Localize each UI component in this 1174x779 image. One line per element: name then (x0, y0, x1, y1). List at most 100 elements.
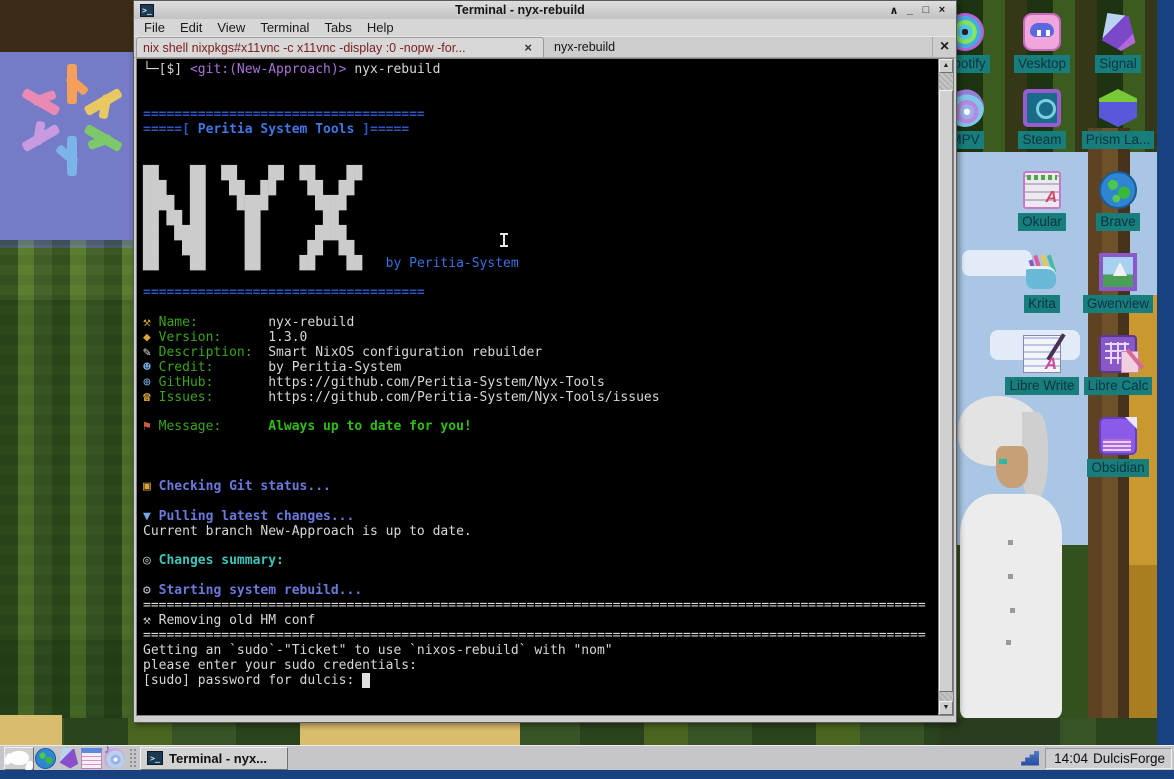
launcher-notes[interactable] (80, 748, 103, 769)
menu-file[interactable]: File (144, 20, 165, 35)
terminal-content[interactable]: └─[$] <git:(New-Approach)> nyx-rebuild ==… (136, 58, 954, 716)
terminal-line (143, 405, 938, 420)
maximize-button[interactable]: □ (918, 4, 934, 16)
window-title: Terminal - nyx-rebuild (154, 3, 886, 17)
desktop-icon-label: Libre Calc (1084, 377, 1153, 395)
terminal-line: ☻ Credit: by Peritia-System (143, 361, 938, 376)
terminal-icon: >_ (147, 751, 163, 765)
terminal-line (143, 540, 938, 555)
terminal-line: Current branch New-Approach is up to dat… (143, 525, 938, 540)
okular-icon (1023, 171, 1061, 209)
terminal-window-icon: >_ (140, 4, 154, 17)
terminal-line (143, 271, 938, 286)
taskbar-window-button[interactable]: >_ Terminal - nyx... (140, 747, 288, 770)
scrollbar-thumb[interactable] (939, 90, 953, 692)
tab-label: nyx-rebuild (554, 40, 932, 54)
window-titlebar[interactable]: >_ Terminal - nyx-rebuild ∧ _ □ × (134, 1, 956, 19)
terminal-line: ██ ██ ██ ██ ██ ██ (143, 167, 938, 182)
tab-nyx-rebuild[interactable]: nyx-rebuild (544, 37, 932, 57)
terminal-line: =====[ Peritia System Tools ]===== (143, 123, 938, 138)
task-button-label: Terminal - nyx... (169, 751, 267, 766)
terminal-line: [sudo] password for dulcis: (143, 674, 938, 689)
desktop-icon-label: Vesktop (1014, 55, 1070, 73)
terminal-line: ========================================… (143, 599, 938, 614)
clock[interactable]: 14:04 DulcisForge (1045, 748, 1172, 769)
desktop-icon-brave[interactable]: Brave (1073, 171, 1163, 231)
desktop-icon-obsidian[interactable]: Obsidian (1073, 417, 1163, 477)
terminal-line: ███ ██ ██ ██ ██ ██ (143, 182, 938, 197)
scrollbar[interactable]: ▲ ▼ (938, 59, 953, 715)
prism-icon (1099, 89, 1137, 127)
minimize-button[interactable]: _ (902, 4, 918, 16)
signal-icon (1099, 13, 1137, 51)
terminal-line: ⚙ Starting system rebuild... (143, 584, 938, 599)
desktop-icon-gwenview[interactable]: Gwenview (1073, 253, 1163, 313)
terminal-line: ████ ██ ████ ████ (143, 197, 938, 212)
menu-view[interactable]: View (217, 20, 245, 35)
note-icon (81, 748, 102, 769)
desktop-icon-label: Okular (1018, 213, 1066, 231)
terminal-line: Getting an `sudo`-"Ticket" to use `nixos… (143, 644, 938, 659)
network-signal-icon[interactable] (1021, 751, 1039, 766)
desktop-icon-label: Signal (1095, 55, 1141, 73)
terminal-line (143, 495, 938, 510)
scroll-up-button[interactable]: ▲ (939, 59, 953, 73)
text-cursor-pointer (500, 233, 508, 247)
terminal-line: ✎ Description: Smart NixOS configuration… (143, 346, 938, 361)
signal-icon (58, 748, 79, 769)
shade-button[interactable]: ∧ (886, 4, 902, 17)
launcher-signal[interactable] (57, 748, 80, 769)
cd-icon (104, 748, 125, 769)
vesktop-icon (1023, 13, 1061, 51)
desktop-icon-prism-la-[interactable]: Prism La... (1073, 89, 1163, 149)
launcher-music[interactable] (103, 748, 126, 769)
menu-tabs[interactable]: Tabs (324, 20, 351, 35)
terminal-line: ==================================== (143, 286, 938, 301)
globe-icon (35, 748, 56, 769)
close-button[interactable]: × (934, 4, 950, 16)
panel-bottom-edge (0, 770, 1174, 779)
desktop-icon-signal[interactable]: Signal (1073, 13, 1163, 73)
terminal-line: ██ ███ ██ ██ ██ (143, 242, 938, 257)
menu-edit[interactable]: Edit (180, 20, 202, 35)
scrollbar-track[interactable] (939, 73, 953, 701)
terminal-line: ⊕ GitHub: https://github.com/Peritia-Sys… (143, 376, 938, 391)
terminal-line: ▼ Pulling latest changes... (143, 510, 938, 525)
terminal-output: └─[$] <git:(New-Approach)> nyx-rebuild ==… (137, 59, 938, 715)
terminal-line: └─[$] <git:(New-Approach)> nyx-rebuild (143, 63, 938, 78)
menu-bar: File Edit View Terminal Tabs Help (134, 19, 956, 36)
terminal-line: please enter your sudo credentials: (143, 659, 938, 674)
terminal-line: ██ ████ ██ ████ (143, 227, 938, 242)
launcher-browser[interactable] (34, 748, 57, 769)
tab-close-icon[interactable]: × (519, 40, 537, 55)
gwenview-icon (1099, 253, 1137, 291)
tab-label: nix shell nixpkgs#x11vnc -c x11vnc -disp… (143, 41, 519, 55)
desktop-icon-libre-calc[interactable]: Libre Calc (1073, 335, 1163, 395)
terminal-line (143, 93, 938, 108)
terminal-line (143, 152, 938, 167)
terminal-line: ██ ██ ██ ██ ██ (143, 212, 938, 227)
wallpaper-character-eye (999, 459, 1007, 464)
app-menu-button[interactable] (4, 747, 34, 770)
taskbar-panel: >_ Terminal - nyx... 14:04 DulcisForge (0, 745, 1174, 770)
terminal-line: ==================================== (143, 108, 938, 123)
nixos-snowflake-logo (18, 58, 126, 180)
scroll-down-button[interactable]: ▼ (939, 701, 953, 715)
terminal-line: ========================================… (143, 629, 938, 644)
desktop-icon-label: Libre Write (1005, 377, 1078, 395)
tabbar-close-button[interactable]: × (932, 37, 956, 57)
menu-help[interactable]: Help (367, 20, 394, 35)
desktop-icon-label: Obsidian (1087, 459, 1148, 477)
obsidian-icon (1099, 417, 1137, 455)
tab-x11vnc[interactable]: nix shell nixpkgs#x11vnc -c x11vnc -disp… (136, 37, 544, 57)
desktop-icon-label: Brave (1096, 213, 1139, 231)
desktop-icon-label: Krita (1024, 295, 1060, 313)
tab-bar: nix shell nixpkgs#x11vnc -c x11vnc -disp… (134, 36, 956, 58)
terminal-line: ⚒ Removing old HM conf (143, 614, 938, 629)
desktop-icon-label: Steam (1018, 131, 1065, 149)
terminal-line (143, 450, 938, 465)
desktop-icon-label: Gwenview (1083, 295, 1153, 313)
wallpaper-character-buttons (1008, 540, 1013, 545)
wallpaper-character-shirt (960, 494, 1062, 718)
menu-terminal[interactable]: Terminal (260, 20, 309, 35)
